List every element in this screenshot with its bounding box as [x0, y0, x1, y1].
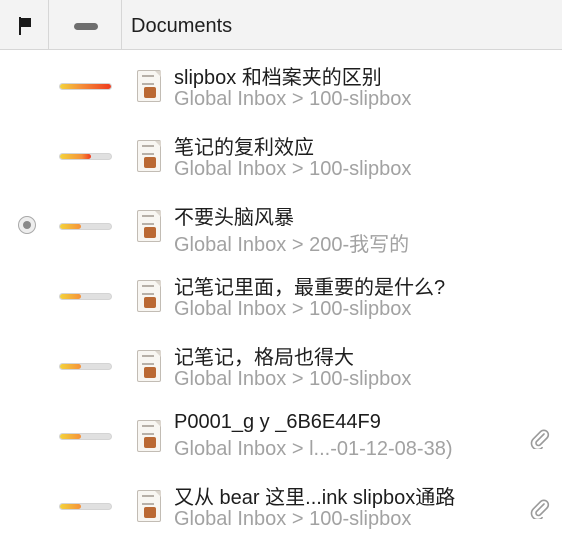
document-path: Global Inbox > 100-slipbox [174, 88, 412, 110]
list-item[interactable]: P0001_g y _6B6E44F9 Global Inbox > l...-0… [0, 401, 562, 471]
list-item[interactable]: 笔记的复利效应 Global Inbox > 100-slipbox [0, 121, 562, 191]
document-icon [137, 350, 163, 383]
score-bar [59, 363, 112, 370]
list-item[interactable]: 记笔记里面，最重要的是什么? Global Inbox > 100-slipbox [0, 261, 562, 331]
document-list-window: Documents slipbox 和档案夹的区别 Global Inbox > … [0, 0, 562, 538]
document-icon [137, 490, 163, 523]
document-icon [137, 70, 163, 103]
column-header: Documents [0, 0, 562, 50]
document-title: slipbox 和档案夹的区别 [174, 67, 382, 89]
documents-header-label: Documents [131, 15, 233, 37]
score-bar-fill [60, 224, 82, 229]
document-title: 记笔记，格局也得大 [174, 347, 354, 369]
document-path: Global Inbox > 100-slipbox [174, 298, 412, 320]
paperclip-icon[interactable] [528, 427, 550, 449]
flag-icon [19, 17, 33, 35]
score-bar-fill [60, 504, 82, 509]
score-bar-fill [60, 84, 111, 89]
document-icon [137, 140, 163, 173]
selection-indicator [18, 216, 36, 234]
document-icon [137, 420, 163, 453]
document-path: Global Inbox > 100-slipbox [174, 158, 412, 180]
list-item[interactable]: 又从 bear 这里...ink slipbox通路 Global Inbox >… [0, 471, 562, 538]
document-icon [137, 280, 163, 313]
score-bar [59, 223, 112, 230]
score-bar-fill [60, 154, 91, 159]
document-title: 记笔记里面，最重要的是什么? [174, 277, 446, 299]
document-path: Global Inbox > l...-01-12-08-38) [174, 438, 453, 460]
dash-icon [74, 23, 98, 30]
score-bar-fill [60, 364, 82, 369]
document-path: Global Inbox > 100-slipbox [174, 508, 412, 530]
score-bar [59, 433, 112, 440]
document-path: Global Inbox > 200-我写的 [174, 234, 410, 256]
document-title: P0001_g y _6B6E44F9 [174, 411, 381, 433]
score-column-header[interactable] [49, 0, 122, 50]
documents-column-header[interactable]: Documents [122, 0, 562, 50]
list-item[interactable]: 不要头脑风暴 Global Inbox > 200-我写的 [0, 191, 562, 261]
document-title: 笔记的复利效应 [174, 137, 314, 159]
paperclip-icon[interactable] [528, 497, 550, 519]
score-bar-fill [60, 434, 82, 439]
score-bar [59, 83, 112, 90]
list-item[interactable]: 记笔记，格局也得大 Global Inbox > 100-slipbox [0, 331, 562, 401]
score-bar [59, 153, 112, 160]
document-list: slipbox 和档案夹的区别 Global Inbox > 100-slipbo… [0, 51, 562, 538]
score-bar [59, 293, 112, 300]
document-title: 不要头脑风暴 [174, 207, 294, 229]
score-bar-fill [60, 294, 82, 299]
document-path: Global Inbox > 100-slipbox [174, 368, 412, 390]
document-title: 又从 bear 这里...ink slipbox通路 [174, 487, 456, 509]
list-item[interactable]: slipbox 和档案夹的区别 Global Inbox > 100-slipbo… [0, 51, 562, 121]
score-bar [59, 503, 112, 510]
flag-column-header[interactable] [0, 0, 49, 50]
document-icon [137, 210, 163, 243]
